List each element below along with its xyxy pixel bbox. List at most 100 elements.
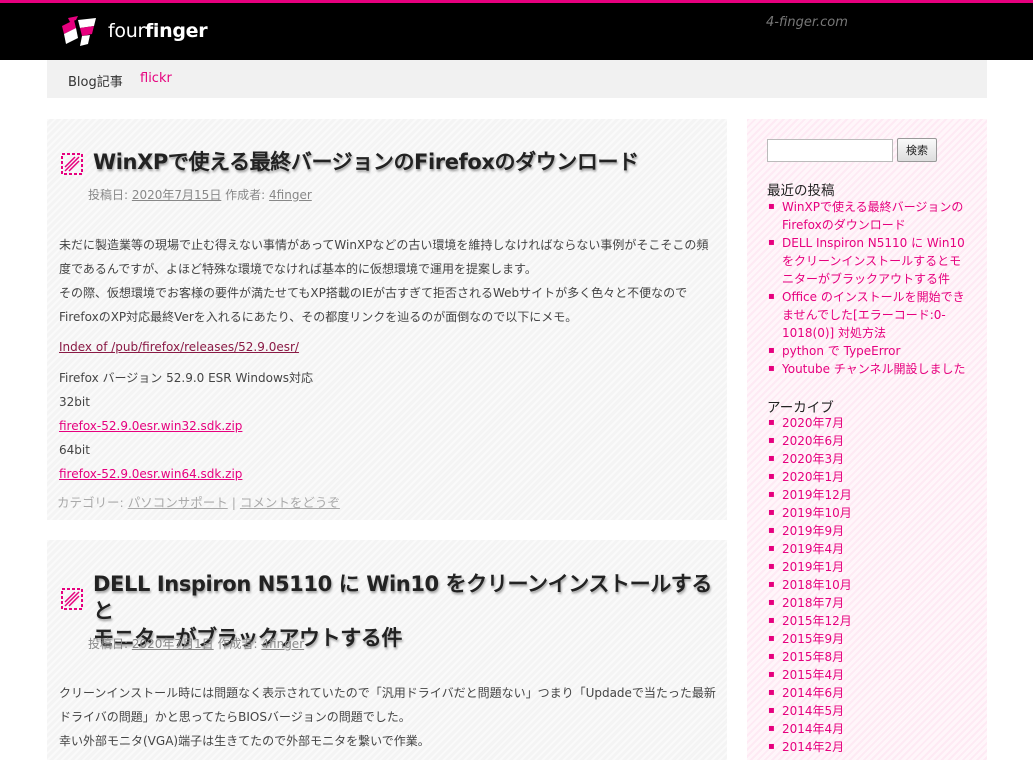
recent-post-item[interactable]: DELL Inspiron N5110 に Win10 をクリーンインストールす… — [767, 234, 972, 288]
post-paragraph: 幸い外部モニタ(VGA)端子は生きてたので外部モニタを繋いで作業。 — [59, 734, 430, 748]
recent-post-item[interactable]: Office のインストールを開始できませんでした[エラーコード:0-1018(… — [767, 288, 972, 342]
post-meta: 投稿日: 2020年7月1日 作成者: 4finger — [88, 635, 304, 652]
site-title-bold: finger — [144, 20, 208, 42]
version-line: Firefox バージョン 52.9.0 ESR Windows対応 — [59, 371, 314, 385]
post-author-link[interactable]: 4finger — [269, 188, 312, 202]
comment-link[interactable]: コメントをどうぞ — [240, 495, 340, 510]
archive-link[interactable]: 2014年6月 — [782, 686, 844, 700]
post-paragraph: その際、仮想環境でお客様の要件が満たせてもXP搭載のIEが古すぎて拒否されるWe… — [59, 286, 688, 300]
category-link[interactable]: パソコンサポート — [128, 495, 228, 510]
archive-link[interactable]: 2020年6月 — [782, 434, 844, 448]
archive-item[interactable]: 2019年10月 — [767, 504, 972, 522]
post-format-icon — [61, 153, 83, 175]
archive-link[interactable]: 2014年2月 — [782, 740, 844, 754]
archive-link[interactable]: 2015年8月 — [782, 650, 844, 664]
post-article: WinXPで使える最終バージョンのFirefoxのダウンロード 投稿日: 202… — [47, 119, 727, 520]
archives-list: 2020年7月 2020年6月 2020年3月 2020年1月 2019年12月… — [767, 414, 972, 756]
archive-item[interactable]: 2020年6月 — [767, 432, 972, 450]
archive-item[interactable]: 2019年9月 — [767, 522, 972, 540]
archive-link[interactable]: 2019年10月 — [782, 506, 852, 520]
download-32bit-link[interactable]: firefox-52.9.0esr.win32.sdk.zip — [59, 419, 242, 433]
recent-post-link[interactable]: python で TypeError — [782, 344, 900, 358]
search-input[interactable] — [767, 139, 893, 162]
recent-posts-list: WinXPで使える最終バージョンのFirefoxのダウンロード DELL Ins… — [767, 198, 972, 378]
post-author-prefix: 作成者: — [217, 637, 258, 651]
archive-link[interactable]: 2019年12月 — [782, 488, 852, 502]
recent-post-link[interactable]: Youtube チャンネル開設しました — [782, 362, 965, 376]
post-content-downloads: Firefox バージョン 52.9.0 ESR Windows対応 32bit… — [59, 366, 719, 486]
archive-link[interactable]: 2019年9月 — [782, 524, 844, 538]
recent-post-item[interactable]: Youtube チャンネル開設しました — [767, 360, 972, 378]
archive-item[interactable]: 2020年1月 — [767, 468, 972, 486]
recent-posts-title: 最近の投稿 — [767, 183, 835, 199]
archive-item[interactable]: 2014年2月 — [767, 738, 972, 756]
separator: | — [231, 495, 236, 510]
archive-link[interactable]: 2015年4月 — [782, 668, 844, 682]
post-meta-prefix: 投稿日: — [88, 188, 129, 202]
recent-post-item[interactable]: WinXPで使える最終バージョンのFirefoxのダウンロード — [767, 198, 972, 234]
archive-item[interactable]: 2018年7月 — [767, 594, 972, 612]
post-paragraph: 度であるんですが、よほど特殊な環境でなければ基本的に仮想環境で運用を提案します。 — [59, 262, 537, 276]
post-paragraph: クリーンインストール時には問題なく表示されていたので「汎用ドライバだと問題ない」… — [59, 686, 716, 700]
index-link[interactable]: Index of /pub/firefox/releases/52.9.0esr… — [59, 340, 299, 354]
archive-item[interactable]: 2020年7月 — [767, 414, 972, 432]
post-author-link[interactable]: 4finger — [261, 637, 304, 651]
site-title[interactable]: fourfinger — [108, 20, 208, 42]
post-content: クリーンインストール時には問題なく表示されていたので「汎用ドライバだと問題ない」… — [59, 681, 719, 753]
archive-link[interactable]: 2019年4月 — [782, 542, 844, 556]
post-title-line: DELL Inspiron N5110 に Win10 をクリーンインストールす… — [93, 572, 713, 623]
post-meta-prefix: 投稿日: — [88, 637, 129, 651]
recent-post-link[interactable]: Office のインストールを開始できませんでした[エラーコード:0-1018(… — [782, 290, 965, 340]
archive-item[interactable]: 2015年9月 — [767, 630, 972, 648]
archive-item[interactable]: 2014年4月 — [767, 720, 972, 738]
recent-post-item[interactable]: python で TypeError — [767, 342, 972, 360]
post-title[interactable]: WinXPで使える最終バージョンのFirefoxのダウンロード — [93, 149, 713, 176]
site-header: fourfinger 4-finger.com — [0, 0, 1033, 60]
archive-link[interactable]: 2020年1月 — [782, 470, 844, 484]
recent-post-link[interactable]: DELL Inspiron N5110 に Win10 をクリーンインストールす… — [782, 236, 965, 286]
archive-item[interactable]: 2015年4月 — [767, 666, 972, 684]
post-paragraph: ドライバの問題」かと思ってたらBIOSバージョンの問題でした。 — [59, 710, 411, 724]
archive-item[interactable]: 2014年6月 — [767, 684, 972, 702]
nav-item-flickr[interactable]: flickr — [140, 71, 172, 86]
archive-link[interactable]: 2015年9月 — [782, 632, 844, 646]
nav-item-blog[interactable]: Blog記事 — [68, 71, 123, 90]
post-date-link[interactable]: 2020年7月15日 — [132, 188, 221, 202]
archive-link[interactable]: 2018年10月 — [782, 578, 852, 592]
post-paragraph: 未だに製造業等の現場で止む得えない事情があってWinXPなどの古い環境を維持しな… — [59, 238, 709, 252]
archive-link[interactable]: 2019年1月 — [782, 560, 844, 574]
post-content-links: Index of /pub/firefox/releases/52.9.0esr… — [59, 335, 719, 359]
post-article: DELL Inspiron N5110 に Win10 をクリーンインストールす… — [47, 540, 727, 760]
fourfinger-logo-icon[interactable] — [60, 16, 100, 48]
category-prefix: カテゴリー: — [57, 495, 124, 510]
archive-item[interactable]: 2019年12月 — [767, 486, 972, 504]
site-url: 4-finger.com — [766, 15, 848, 30]
post-format-icon — [61, 588, 83, 610]
archive-link[interactable]: 2015年12月 — [782, 614, 852, 628]
post-footer: カテゴリー: パソコンサポート | コメントをどうぞ — [57, 492, 340, 511]
archive-link[interactable]: 2014年5月 — [782, 704, 844, 718]
archive-item[interactable]: 2020年3月 — [767, 450, 972, 468]
site-title-thin: four — [108, 20, 145, 42]
archive-item[interactable]: 2018年10月 — [767, 576, 972, 594]
bit32-label: 32bit — [59, 395, 90, 409]
post-date-link[interactable]: 2020年7月1日 — [132, 637, 214, 651]
bit64-label: 64bit — [59, 443, 90, 457]
archive-item[interactable]: 2015年8月 — [767, 648, 972, 666]
search-button[interactable]: 検索 — [897, 138, 937, 162]
archive-item[interactable]: 2019年1月 — [767, 558, 972, 576]
post-content: 未だに製造業等の現場で止む得えない事情があってWinXPなどの古い環境を維持しな… — [59, 233, 719, 329]
archive-link[interactable]: 2018年7月 — [782, 596, 844, 610]
sidebar: 検索 最近の投稿 WinXPで使える最終バージョンのFirefoxのダウンロード… — [747, 119, 987, 760]
download-64bit-link[interactable]: firefox-52.9.0esr.win64.sdk.zip — [59, 467, 242, 481]
archive-item[interactable]: 2015年12月 — [767, 612, 972, 630]
archive-link[interactable]: 2020年3月 — [782, 452, 844, 466]
archive-link[interactable]: 2014年4月 — [782, 722, 844, 736]
archive-link[interactable]: 2020年7月 — [782, 416, 844, 430]
archive-item[interactable]: 2014年5月 — [767, 702, 972, 720]
post-meta: 投稿日: 2020年7月15日 作成者: 4finger — [88, 186, 312, 203]
recent-post-link[interactable]: WinXPで使える最終バージョンのFirefoxのダウンロード — [782, 200, 963, 232]
archive-item[interactable]: 2019年4月 — [767, 540, 972, 558]
post-paragraph: FirefoxのXP対応最終Verを入れるにあたり、その都度リンクを辿るのが面倒… — [59, 310, 578, 324]
main-nav: Blog記事 flickr — [47, 60, 987, 98]
